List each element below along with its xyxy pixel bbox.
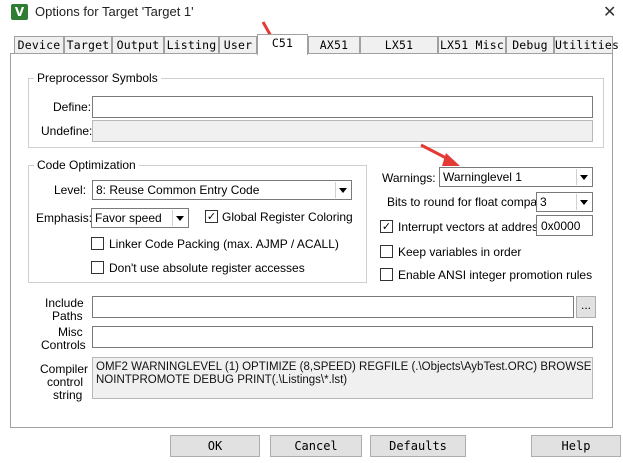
code-optimization-group-title: Code Optimization (34, 158, 139, 172)
tab-debug[interactable]: Debug (506, 36, 554, 54)
tab-ax51[interactable]: AX51 (308, 36, 360, 54)
include-paths-browse-button[interactable]: ... (576, 296, 596, 318)
tab-user[interactable]: User (219, 36, 257, 54)
defaults-button[interactable]: Defaults (370, 435, 466, 457)
emphasis-select[interactable]: Favor speed (91, 208, 189, 228)
define-label: Define: (53, 100, 92, 114)
bits-round-select[interactable]: 3 (536, 192, 593, 212)
warnings-select[interactable]: Warninglevel 1 (439, 167, 593, 187)
preprocessor-group-title: Preprocessor Symbols (34, 71, 161, 85)
level-select[interactable]: 8: Reuse Common Entry Code (92, 180, 352, 200)
bits-round-label: Bits to round for float compare: (387, 195, 552, 209)
keep-variables-checkbox[interactable] (380, 245, 393, 258)
keep-variables-label: Keep variables in order (398, 245, 522, 259)
checkmark-icon: ✓ (381, 220, 392, 233)
interrupt-address-input[interactable]: 0x0000 (536, 215, 593, 236)
emphasis-label: Emphasis: (36, 211, 93, 225)
ansi-promotion-checkbox[interactable] (380, 268, 393, 281)
include-paths-input[interactable] (92, 296, 574, 318)
tab-target[interactable]: Target (64, 36, 112, 54)
tab-bar: Device Target Output Listing User C51 AX… (10, 34, 619, 68)
global-register-coloring-checkbox[interactable]: ✓ (205, 210, 218, 223)
tab-lx51-misc[interactable]: LX51 Misc (438, 36, 506, 54)
tab-c51[interactable]: C51 (257, 34, 308, 55)
app-icon: V (11, 4, 28, 20)
undefine-label: Undefine: (41, 124, 93, 138)
compiler-control-label-3: string (53, 388, 83, 402)
interrupt-vectors-checkbox[interactable]: ✓ (380, 220, 393, 233)
bits-round-select-value: 3 (540, 195, 547, 209)
level-select-value: 8: Reuse Common Entry Code (96, 183, 260, 197)
chevron-down-icon (335, 182, 350, 198)
undefine-input (92, 120, 593, 142)
include-paths-label-1: Include (45, 296, 84, 310)
no-absolute-register-label: Don't use absolute register accesses (109, 261, 305, 275)
checkmark-icon: ✓ (206, 210, 217, 223)
tab-lx51-locate[interactable]: LX51 Locate (360, 36, 438, 68)
help-button[interactable]: Help (531, 435, 621, 457)
define-input[interactable] (92, 96, 593, 118)
linker-code-packing-checkbox[interactable] (91, 237, 104, 250)
close-icon[interactable]: ✕ (603, 2, 616, 21)
include-paths-label-2: Paths (52, 309, 83, 323)
chevron-down-icon (172, 210, 187, 226)
compiler-control-label-1: Compiler (40, 362, 89, 376)
emphasis-select-value: Favor speed (95, 211, 162, 225)
tab-listing[interactable]: Listing (164, 36, 219, 54)
interrupt-vectors-label: Interrupt vectors at address: (398, 220, 548, 234)
chevron-down-icon (576, 194, 591, 210)
tab-output[interactable]: Output (112, 36, 164, 54)
compiler-control-label-2: control (47, 375, 84, 389)
tab-device[interactable]: Device (14, 36, 64, 54)
no-absolute-register-checkbox[interactable] (91, 261, 104, 274)
misc-controls-input[interactable] (92, 326, 593, 348)
compiler-control-string: OMF2 WARNINGLEVEL (1) OPTIMIZE (8,SPEED)… (92, 357, 593, 399)
ansi-promotion-label: Enable ANSI integer promotion rules (398, 268, 593, 282)
chevron-down-icon (576, 169, 591, 185)
linker-code-packing-label: Linker Code Packing (max. AJMP / ACALL) (109, 237, 339, 251)
warnings-select-value: Warninglevel 1 (443, 170, 522, 184)
window-title: Options for Target 'Target 1' (35, 4, 194, 19)
compiler-control-line-2: NOINTPROMOTE DEBUG PRINT(.\Listings\*.ls… (96, 374, 348, 386)
ok-button[interactable]: OK (170, 435, 260, 457)
cancel-button[interactable]: Cancel (270, 435, 362, 457)
warnings-label: Warnings: (382, 171, 436, 185)
level-label: Level: (54, 183, 87, 197)
misc-controls-label-1: Misc (58, 325, 83, 339)
compiler-control-line-1: OMF2 WARNINGLEVEL (1) OPTIMIZE (8,SPEED)… (96, 361, 592, 373)
misc-controls-label-2: Controls (41, 338, 86, 352)
tab-utilities[interactable]: Utilities (554, 36, 619, 54)
global-register-coloring-label: Global Register Coloring (222, 210, 353, 224)
